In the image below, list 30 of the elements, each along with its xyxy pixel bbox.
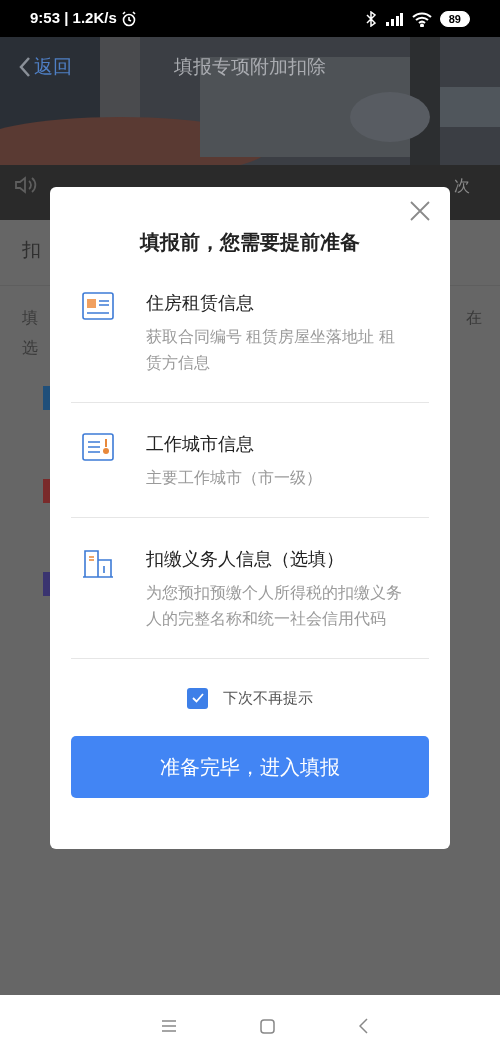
item-title: 工作城市信息 — [146, 433, 255, 456]
id-card-icon — [82, 433, 114, 461]
home-icon[interactable] — [260, 1018, 275, 1034]
bluetooth-icon — [365, 10, 376, 27]
back-chevron-icon — [18, 56, 32, 78]
dialog-title: 填报前，您需要提前准备 — [138, 230, 361, 255]
menu-icon[interactable] — [162, 1020, 176, 1032]
item-description: 获取合同编号 租赁房屋坐落地址 租赁方信息 — [146, 327, 396, 373]
close-icon — [410, 201, 430, 221]
check-icon — [191, 693, 204, 704]
notice-text: 次 — [454, 176, 470, 195]
rent-contract-icon — [82, 292, 114, 320]
item-description: 为您预扣预缴个人所得税的扣缴义务人的完整名称和统一社会信用代码 — [146, 583, 403, 629]
battery-indicator: 89 — [439, 10, 470, 27]
building-icon — [82, 548, 114, 578]
page-title: 填报专项附加扣除 — [174, 54, 326, 79]
item-title: 扣缴义务人信息（选填） — [146, 548, 345, 571]
speaker-icon — [14, 175, 38, 195]
alarm-icon — [120, 10, 137, 27]
status-time: 9:53 | 1.2K/s — [30, 8, 117, 29]
confirm-button[interactable]: 准备完毕，进入填报 — [71, 735, 429, 798]
item-title: 住房租赁信息 — [146, 292, 255, 315]
wifi-icon — [411, 10, 432, 27]
signal-icon — [383, 10, 404, 27]
checkbox-label: 下次不再提示 — [223, 688, 313, 708]
close-button[interactable] — [410, 201, 430, 221]
back-icon[interactable] — [359, 1018, 368, 1034]
back-button[interactable]: 返回 — [18, 52, 72, 82]
checkbox[interactable] — [187, 687, 208, 709]
item-description: 主要工作城市（市一级） — [146, 468, 323, 488]
